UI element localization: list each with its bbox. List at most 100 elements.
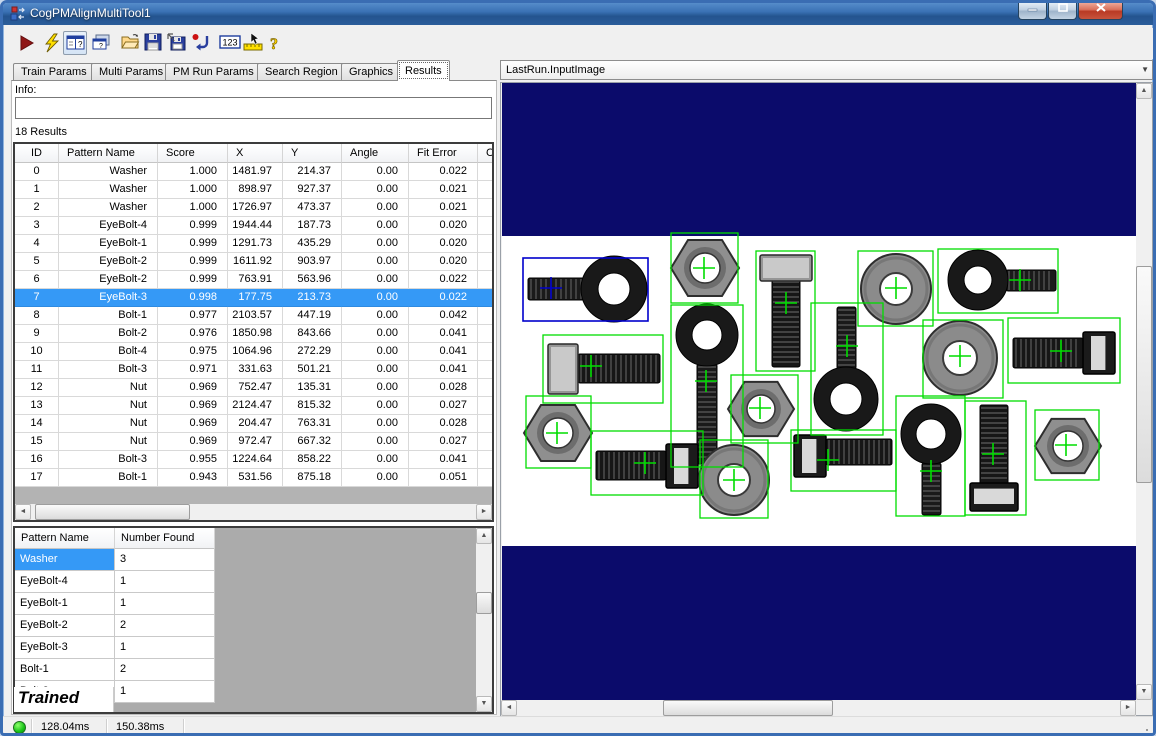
cell: EyeBolt-1: [15, 593, 115, 615]
result-row-2[interactable]: 2Washer1.0001726.97473.370.000.021: [15, 199, 492, 217]
summary-column-header[interactable]: Number Found: [115, 528, 215, 549]
cell: 214.37: [283, 163, 342, 181]
scroll-left-arrow[interactable]: ◄: [501, 700, 517, 716]
save-image-button[interactable]: [165, 31, 189, 55]
column-header-X[interactable]: X: [228, 144, 283, 163]
result-row-12[interactable]: 12Nut0.969752.47135.310.000.028: [15, 379, 492, 397]
scroll-right-arrow[interactable]: ►: [476, 504, 492, 520]
save-button[interactable]: [142, 31, 166, 55]
minimize-button[interactable]: [1018, 2, 1047, 20]
cell: EyeBolt-4: [15, 571, 115, 593]
reset-arrow-icon: [191, 39, 211, 56]
cell: 12: [15, 379, 59, 397]
cell: Nut: [59, 415, 158, 433]
result-row-8[interactable]: 8Bolt-10.9772103.57447.190.000.042: [15, 307, 492, 325]
tab-train-params[interactable]: Train Params: [13, 63, 95, 81]
results-horizontal-scrollbar[interactable]: ◄ ►: [15, 504, 492, 520]
summary-row-bolt-1[interactable]: Bolt-12: [15, 659, 215, 681]
result-row-16[interactable]: 16Bolt-30.9551224.64858.220.000.041: [15, 451, 492, 469]
image-source-dropdown[interactable]: LastRun.InputImage ▼: [500, 60, 1153, 80]
cell: 531.56: [228, 469, 283, 487]
help-button[interactable]: ?: [266, 31, 290, 55]
scroll-right-arrow[interactable]: ►: [1120, 700, 1136, 716]
cell: 0.020: [409, 217, 478, 235]
result-row-1[interactable]: 1Washer1.000898.97927.370.000.021: [15, 181, 492, 199]
result-row-10[interactable]: 10Bolt-40.9751064.96272.290.000.041: [15, 343, 492, 361]
cell: EyeBolt-2: [59, 253, 158, 271]
result-row-11[interactable]: 11Bolt-30.971331.63501.210.000.041: [15, 361, 492, 379]
cell: [478, 181, 494, 199]
summary-column-header[interactable]: Pattern Name: [15, 528, 115, 549]
summary-row-eyebolt-4[interactable]: EyeBolt-41: [15, 571, 215, 593]
cell: 0.020: [409, 235, 478, 253]
maximize-button[interactable]: [1048, 2, 1077, 20]
tab-graphics[interactable]: Graphics: [341, 63, 401, 81]
result-row-15[interactable]: 15Nut0.969972.47667.320.000.027: [15, 433, 492, 451]
summary-vertical-scrollbar[interactable]: ▲ ▼: [476, 528, 492, 712]
scroll-up-arrow[interactable]: ▲: [476, 528, 492, 544]
result-row-13[interactable]: 13Nut0.9692124.47815.320.000.027: [15, 397, 492, 415]
result-row-7[interactable]: 7EyeBolt-30.998177.75213.730.000.022: [15, 289, 492, 307]
run-button[interactable]: [15, 31, 39, 55]
tab-results[interactable]: Results: [397, 60, 450, 81]
cell: 0.00: [342, 397, 409, 415]
scrollbar-thumb[interactable]: [663, 700, 833, 716]
results-table[interactable]: IDPattern NameScoreXYAngleFit ErrorC 0Wa…: [13, 142, 494, 522]
result-row-3[interactable]: 3EyeBolt-40.9991944.44187.730.000.020: [15, 217, 492, 235]
image-vertical-scrollbar[interactable]: ▲ ▼: [1136, 83, 1152, 700]
cell: 0.041: [409, 361, 478, 379]
cell: 927.37: [283, 181, 342, 199]
resize-grip[interactable]: [1139, 723, 1149, 736]
cell: 843.66: [283, 325, 342, 343]
pixel-grid-button[interactable]: [240, 31, 264, 55]
run-once-button[interactable]: [40, 31, 64, 55]
open-folder-icon: [120, 38, 140, 55]
float-window-button[interactable]: ?: [89, 31, 113, 55]
image-display-panel: ▲ ▼ ◄ ►: [500, 82, 1153, 716]
summary-row-eyebolt-1[interactable]: EyeBolt-11: [15, 593, 215, 615]
info-input[interactable]: [15, 97, 492, 119]
open-file-button[interactable]: [118, 31, 142, 55]
scroll-down-arrow[interactable]: ▼: [1136, 684, 1152, 700]
scroll-down-arrow[interactable]: ▼: [476, 696, 492, 712]
cell: 0.976: [158, 325, 228, 343]
tab-pm-run-params[interactable]: PM Run Params: [165, 63, 262, 81]
scroll-left-arrow[interactable]: ◄: [15, 504, 31, 520]
scrollbar-thumb[interactable]: [1136, 266, 1152, 483]
result-row-9[interactable]: 9Bolt-20.9761850.98843.660.000.041: [15, 325, 492, 343]
reset-button[interactable]: [189, 31, 213, 55]
column-header-Pattern Name[interactable]: Pattern Name: [59, 144, 158, 163]
image-display-toggle-button[interactable]: ?: [63, 31, 87, 55]
cell: 898.97: [228, 181, 283, 199]
scrollbar-thumb[interactable]: [35, 504, 190, 520]
result-row-17[interactable]: 17Bolt-10.943531.56875.180.000.051: [15, 469, 492, 487]
tab-multi-params[interactable]: Multi Params: [91, 63, 171, 81]
summary-row-eyebolt-3[interactable]: EyeBolt-31: [15, 637, 215, 659]
cell: 2124.47: [228, 397, 283, 415]
result-row-4[interactable]: 4EyeBolt-10.9991291.73435.290.000.020: [15, 235, 492, 253]
summary-row-washer[interactable]: Washer3: [15, 549, 215, 571]
result-row-0[interactable]: 0Washer1.0001481.97214.370.000.022: [15, 163, 492, 181]
close-button[interactable]: [1078, 2, 1123, 20]
column-header-ID[interactable]: ID: [15, 144, 59, 163]
scroll-up-arrow[interactable]: ▲: [1136, 83, 1152, 99]
result-row-14[interactable]: 14Nut0.969204.47763.310.000.028: [15, 415, 492, 433]
column-header-Angle[interactable]: Angle: [342, 144, 409, 163]
summary-row-eyebolt-2[interactable]: EyeBolt-22: [15, 615, 215, 637]
result-row-5[interactable]: 5EyeBolt-20.9991611.92903.970.000.020: [15, 253, 492, 271]
tab-search-region[interactable]: Search Region: [257, 63, 346, 81]
image-source-value: LastRun.InputImage: [506, 64, 605, 76]
column-header-Score[interactable]: Score: [158, 144, 228, 163]
cell: Bolt-1: [59, 307, 158, 325]
pattern-summary-table[interactable]: Pattern NameNumber Found Washer3EyeBolt-…: [13, 526, 494, 714]
scrollbar-thumb[interactable]: [476, 592, 492, 614]
image-display-viewport[interactable]: [502, 83, 1136, 700]
column-header-Y[interactable]: Y: [283, 144, 342, 163]
column-header-Fit Error[interactable]: Fit Error: [409, 144, 478, 163]
column-header-C[interactable]: C: [478, 144, 494, 163]
image-horizontal-scrollbar[interactable]: ◄ ►: [501, 700, 1136, 716]
cell: 2: [115, 615, 215, 637]
result-row-6[interactable]: 6EyeBolt-20.999763.91563.960.000.022: [15, 271, 492, 289]
cell: [478, 451, 494, 469]
numeric-display-button[interactable]: 123: [217, 31, 241, 55]
